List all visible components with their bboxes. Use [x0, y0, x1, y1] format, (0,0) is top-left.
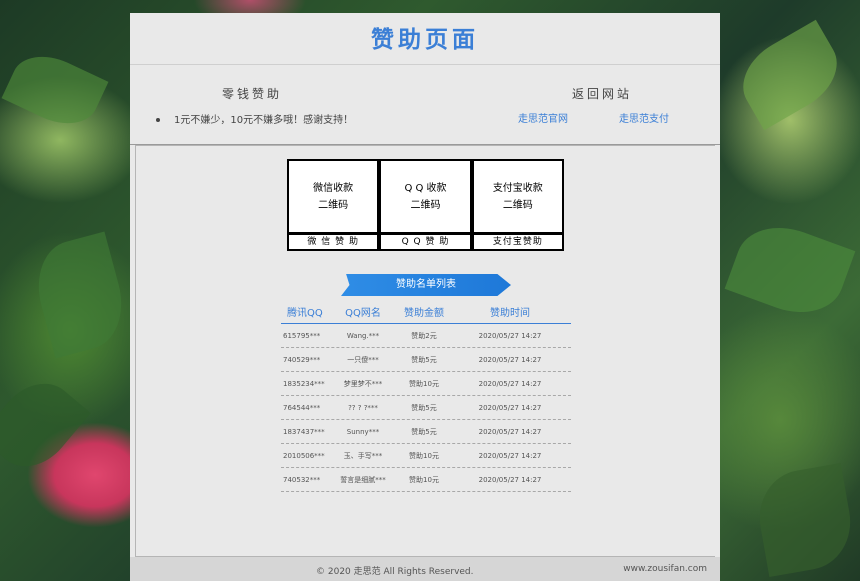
cell-qq: 1835234*** [283, 379, 325, 388]
table-row: 1835234*** 梦里梦不*** 赞助10元 2020/05/27 14:2… [281, 372, 571, 396]
cell-time: 2020/05/27 14:27 [478, 379, 542, 388]
cell-nickname: 梦里梦不*** [343, 379, 383, 388]
background-leaf [752, 462, 858, 578]
cell-amount: 赞助10元 [409, 379, 439, 388]
cell-nickname: ?? ? ?*** [348, 403, 378, 412]
qr-wechat: 微信收款 二维码 微 信 赞 助 [289, 161, 378, 249]
cell-time: 2020/05/27 14:27 [478, 451, 542, 460]
header-qq: 腾讯QQ [287, 308, 323, 319]
header-amount: 赞助金额 [404, 308, 444, 319]
sponsor-note: 1元不嫌少，10元不嫌多哦！感谢支持！ [156, 111, 353, 126]
cell-amount: 赞助10元 [409, 475, 439, 484]
table-header: 腾讯QQ QQ网名 赞助金额 赞助时间 [281, 304, 571, 324]
qr-image-line1: 支付宝收款 [492, 182, 543, 194]
cell-nickname: 誓言是细腻*** [340, 475, 386, 484]
sponsor-page: 赞助页面 零钱赞助 1元不嫌少，10元不嫌多哦！感谢支持！ 返回网站 走思范官网… [130, 13, 720, 581]
sponsor-note-text: 1元不嫌少，10元不嫌多哦！感谢支持！ [174, 115, 354, 126]
qr-qq: Q Q 收款 二维码 Q Q 赞 助 [381, 161, 470, 249]
qq-sponsor-label: Q Q 赞 助 [381, 235, 470, 249]
qq-qr-image: Q Q 收款 二维码 [381, 161, 470, 232]
cell-nickname: Sunny*** [346, 427, 380, 436]
cell-time: 2020/05/27 14:27 [478, 355, 542, 364]
top-section: 零钱赞助 1元不嫌少，10元不嫌多哦！感谢支持！ 返回网站 走思范官网 走思范支… [130, 65, 720, 145]
background-leaf [724, 213, 856, 327]
return-site-heading: 返回网站 [572, 87, 633, 101]
background-leaf [27, 231, 133, 359]
content-panel: 微信收款 二维码 微 信 赞 助 Q Q 收款 二维码 Q Q 赞 助 支付宝收… [135, 145, 715, 557]
cell-qq: 615795*** [283, 331, 321, 340]
cell-amount: 赞助5元 [411, 403, 437, 412]
cell-amount: 赞助2元 [411, 331, 437, 340]
cell-qq: 2010506*** [283, 451, 325, 460]
cell-nickname: 一只傻*** [347, 355, 379, 364]
bullet-dot [156, 118, 160, 122]
background-leaf [729, 19, 851, 131]
cell-nickname: Wang.*** [346, 331, 380, 340]
official-site-link[interactable]: 走思范官网 [518, 110, 568, 125]
background-leaf [1, 43, 109, 137]
cell-qq: 740529*** [283, 355, 321, 364]
cell-qq: 740532*** [283, 475, 321, 484]
table-row: 740529*** 一只傻*** 赞助5元 2020/05/27 14:27 [281, 348, 571, 372]
sponsor-table: 腾讯QQ QQ网名 赞助金额 赞助时间 615795*** Wang.*** 赞… [281, 304, 571, 492]
table-row: 740532*** 誓言是细腻*** 赞助10元 2020/05/27 14:2… [281, 468, 571, 492]
qr-image-line2: 二维码 [410, 199, 441, 211]
table-row: 764544*** ?? ? ?*** 赞助5元 2020/05/27 14:2… [281, 396, 571, 420]
wechat-qr-image: 微信收款 二维码 [289, 161, 378, 232]
header-nickname: QQ网名 [345, 308, 381, 319]
background-leaf [0, 368, 91, 482]
page-title: 赞助页面 [130, 13, 720, 65]
cell-amount: 赞助5元 [411, 427, 437, 436]
qr-image-line1: 微信收款 [313, 182, 354, 194]
table-row: 2010506*** 玉、手写*** 赞助10元 2020/05/27 14:2… [281, 444, 571, 468]
copyright-text: © 2020 走思范 All Rights Reserved. [316, 567, 474, 577]
cell-time: 2020/05/27 14:27 [478, 331, 542, 340]
cell-nickname: 玉、手写*** [343, 451, 383, 460]
qr-image-line2: 二维码 [318, 199, 349, 211]
header-time: 赞助时间 [490, 308, 530, 319]
cell-time: 2020/05/27 14:27 [478, 403, 542, 412]
table-row: 1837437*** Sunny*** 赞助5元 2020/05/27 14:2… [281, 420, 571, 444]
sponsor-list-ribbon: 赞助名单列表 [341, 274, 511, 296]
cell-amount: 赞助10元 [409, 451, 439, 460]
cell-qq: 764544*** [283, 403, 321, 412]
cell-qq: 1837437*** [283, 427, 325, 436]
change-sponsor-heading: 零钱赞助 [222, 87, 283, 101]
table-row: 615795*** Wang.*** 赞助2元 2020/05/27 14:27 [281, 324, 571, 348]
payment-site-link[interactable]: 走思范支付 [619, 110, 669, 125]
alipay-sponsor-label: 支付宝赞助 [473, 235, 562, 249]
wechat-sponsor-label: 微 信 赞 助 [289, 235, 378, 249]
cell-amount: 赞助5元 [411, 355, 437, 364]
cell-time: 2020/05/27 14:27 [478, 427, 542, 436]
cell-time: 2020/05/27 14:27 [478, 475, 542, 484]
alipay-qr-image: 支付宝收款 二维码 [473, 161, 562, 232]
site-domain: www.zousifan.com [623, 564, 707, 574]
qr-image-line1: Q Q 收款 [404, 182, 447, 194]
qr-alipay: 支付宝收款 二维码 支付宝赞助 [473, 161, 562, 249]
qr-code-grid: 微信收款 二维码 微 信 赞 助 Q Q 收款 二维码 Q Q 赞 助 支付宝收… [287, 159, 564, 251]
qr-image-line2: 二维码 [502, 199, 533, 211]
page-footer: © 2020 走思范 All Rights Reserved. www.zous… [130, 557, 720, 581]
